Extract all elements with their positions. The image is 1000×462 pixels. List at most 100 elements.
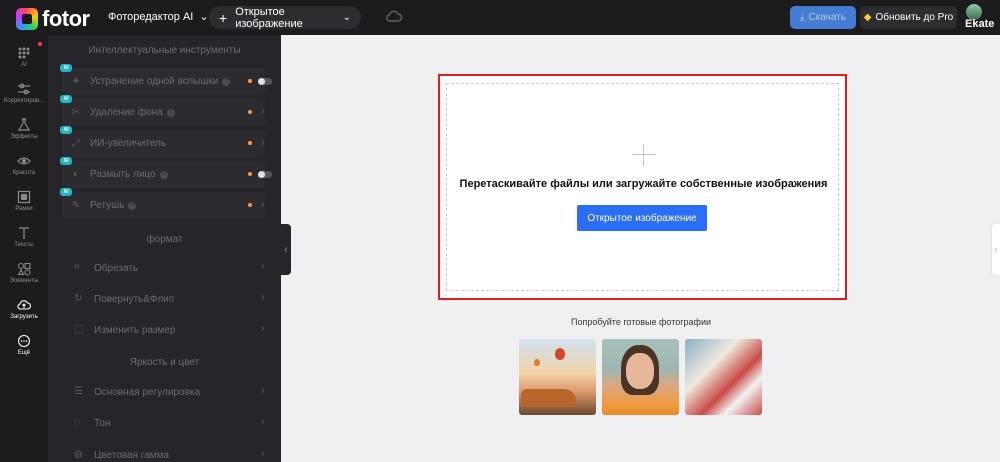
rail-item-adjust[interactable]: Корректиров...: [0, 75, 48, 111]
chevron-left-icon: ‹: [284, 244, 288, 255]
upgrade-label: Обновить до Pro: [875, 12, 954, 23]
scissors-icon: ✂: [71, 107, 81, 118]
rail-item-frames[interactable]: Рамки: [0, 183, 48, 219]
section-title-light: Яркость и цвет: [129, 357, 200, 368]
logo-icon: [16, 8, 38, 30]
dropzone-text: Перетаскивайте файлы или загружайте собс…: [459, 178, 828, 190]
rail-item-elements[interactable]: Элементы: [0, 255, 48, 291]
collapse-panel-button[interactable]: ‹: [281, 224, 291, 275]
drop-icon: ◌: [74, 417, 80, 428]
brush-icon: ✎: [71, 200, 81, 211]
rail-label: Тексты: [14, 242, 34, 248]
blur-face-toggle[interactable]: [258, 171, 272, 178]
tool-upscaler[interactable]: AI ⤢ ИИ-увеличитель ›: [60, 126, 265, 157]
ai-badge: AI: [60, 64, 72, 72]
rail-label: Корректиров...: [3, 98, 45, 104]
rail-item-effects[interactable]: Эффекты: [0, 111, 48, 147]
user-menu[interactable]: Ekat⁠e: [963, 4, 1000, 34]
rail-label: Элементы: [9, 278, 39, 284]
more-icon: [17, 334, 31, 348]
tool-label: Обрезать: [94, 262, 139, 274]
right-panel-toggle[interactable]: ‹: [992, 224, 1000, 275]
diamond-icon: ◆: [863, 12, 872, 23]
rail-item-beauty[interactable]: Красота: [0, 147, 48, 183]
shapes-icon: [17, 262, 31, 276]
tools-panel: Интеллектуальные инструменты AI ✦ Устран…: [48, 35, 281, 462]
upload-dropzone[interactable]: Перетаскивайте файлы или загружайте собс…: [446, 83, 839, 291]
rail-label: Эффекты: [10, 134, 38, 140]
upgrade-pro-button[interactable]: ◆ Обновить до Pro: [860, 6, 957, 29]
sliders-icon: ☰: [74, 386, 83, 397]
tool-bg-remove[interactable]: AI ✂ Удаление фона ? ›: [60, 95, 265, 126]
cloud-upload-icon: [17, 300, 31, 310]
open-image-dropdown-button[interactable]: + Открытое изображение ⌄: [209, 6, 361, 30]
top-bar: fotor Фоторедактор AI ⌄ + Открытое изобр…: [0, 0, 1000, 35]
help-icon[interactable]: ?: [128, 201, 137, 210]
chevron-right-icon: ›: [261, 385, 265, 396]
chevron-left-icon: ‹: [994, 245, 998, 254]
rail-item-more[interactable]: Ещё: [0, 327, 48, 363]
rotate-icon: ↻: [74, 293, 83, 304]
chevron-right-icon: ›: [261, 261, 265, 272]
tool-retouch[interactable]: AI ✎ Ретушь ? ›: [60, 188, 265, 219]
tool-label: Цветовая гамма: [94, 449, 170, 461]
rail-item-upload[interactable]: Загрузить: [0, 291, 48, 327]
tool-label: Тон: [94, 417, 111, 429]
face-shape: [626, 353, 654, 389]
help-icon[interactable]: ?: [166, 108, 175, 117]
palette-icon: ◍: [74, 449, 83, 460]
tool-basic-adjust[interactable]: ☰ Основная регулировка ›: [62, 380, 265, 404]
status-dot: [248, 141, 252, 145]
tool-tone[interactable]: ◌ Тон ›: [62, 411, 265, 435]
plus-icon: +: [219, 9, 228, 26]
tool-flash-removal[interactable]: AI ✦ Устранение одной вспышки ?: [60, 64, 272, 95]
rail-label: Красота: [12, 170, 36, 176]
status-dot: [248, 203, 252, 207]
flask-icon: [17, 118, 31, 131]
download-icon: ⤓: [800, 12, 805, 23]
flash-removal-toggle[interactable]: [258, 78, 272, 85]
editor-mode-label: Фоторедактор AI: [108, 10, 194, 23]
tool-blur-face[interactable]: AI ◐ Размыть лицо ?: [60, 157, 272, 188]
sample-photo-portrait[interactable]: [602, 339, 679, 415]
fotor-logo[interactable]: fotor: [16, 6, 90, 32]
chevron-right-icon: ›: [261, 292, 265, 303]
status-dot: [248, 110, 252, 114]
tool-label: Основная регулировка: [94, 386, 201, 398]
resize-icon: ⬚: [74, 324, 84, 335]
open-image-button[interactable]: Открытое изображение: [577, 205, 707, 231]
crop-icon: ⌗: [74, 262, 80, 273]
notification-dot: [38, 42, 42, 46]
help-icon[interactable]: ?: [222, 77, 231, 86]
tool-resize[interactable]: ⬚ Изменить размер ›: [62, 318, 265, 342]
cloud-icon[interactable]: [386, 10, 402, 22]
download-label: Скачать: [808, 12, 846, 23]
sliders-icon: [18, 83, 30, 95]
chevron-right-icon: ›: [261, 106, 265, 117]
tool-label: Удаление фона: [90, 107, 163, 118]
ai-badge: AI: [60, 157, 72, 165]
upload-dropzone-highlight: Перетаскивайте файлы или загружайте собс…: [438, 74, 847, 300]
tool-crop[interactable]: ⌗ Обрезать ›: [62, 256, 265, 280]
tool-label: Устранение одной вспышки: [90, 76, 219, 87]
tool-label: ИИ-увеличитель: [90, 138, 167, 149]
help-icon[interactable]: ?: [159, 170, 168, 179]
sample-photos-label: Попробуйте готовые фотографии: [570, 317, 712, 327]
download-button[interactable]: ⤓ Скачать: [790, 6, 856, 29]
text-icon: [19, 227, 29, 239]
frame-icon: [17, 190, 31, 204]
sample-photo-picnic[interactable]: [685, 339, 762, 415]
enlarge-icon: ⤢: [72, 138, 80, 149]
rail-item-ai[interactable]: AI: [0, 39, 48, 75]
tool-color-gamut[interactable]: ◍ Цветовая гамма ›: [62, 443, 265, 462]
chevron-down-icon: ⌄: [342, 12, 351, 23]
ai-badge: AI: [60, 126, 72, 134]
tool-rotate-flip[interactable]: ↻ Повернуть&Флип ›: [62, 287, 265, 311]
balloon-shape: [534, 359, 540, 366]
plus-icon: [633, 144, 655, 166]
rail-item-text[interactable]: Тексты: [0, 219, 48, 255]
sample-photo-balloons[interactable]: [519, 339, 596, 415]
car-shape: [521, 389, 576, 407]
editor-mode-dropdown[interactable]: Фоторедактор AI ⌄: [108, 10, 209, 24]
tool-label: Ретушь: [90, 200, 125, 211]
